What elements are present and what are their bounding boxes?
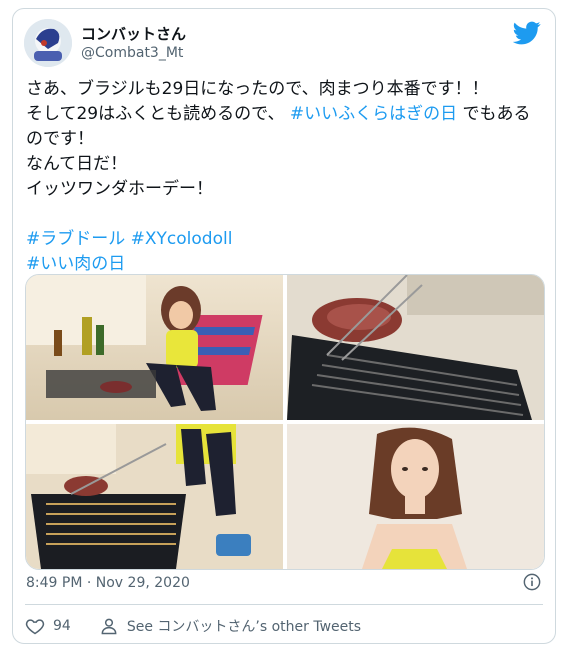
like-count[interactable]: 94 [53,618,71,634]
person-icon [101,618,117,635]
divider [25,604,543,605]
hashtag-link[interactable]: #いいふくらはぎの日 [290,104,457,124]
avatar-image [24,19,72,67]
photo-doll-sitting-grill[interactable] [26,275,283,420]
author-handle[interactable]: @Combat3_Mt [81,45,183,61]
tweet-actions: 94 See コンバットさん’s other Tweets [25,614,361,638]
photo-meat-on-grill[interactable] [287,275,544,420]
tweet-text: さあ、ブラジルも29日になったので、肉まつり本番です！！ そして29はふくとも読… [26,77,546,277]
photo-grill-closeup[interactable] [26,424,283,569]
tweet-card: コンバットさん @Combat3_Mt さあ、ブラジルも29日になったので、肉ま… [12,8,556,644]
photo-doll-portrait[interactable] [287,424,544,569]
hashtag-link[interactable]: #いい肉の日 [26,254,125,274]
author-display-name[interactable]: コンバットさん [81,23,186,44]
heart-icon[interactable] [25,616,45,636]
tweet-timestamp[interactable]: 8:49 PM · Nov 29, 2020 [26,575,190,591]
info-icon[interactable] [523,573,541,591]
see-other-tweets-link[interactable]: See コンバットさん’s other Tweets [127,616,361,636]
media-grid [25,274,545,570]
hashtag-link[interactable]: #XYcolodoll [131,229,233,249]
hashtag-link[interactable]: #ラブドール [26,229,125,249]
twitter-bird-icon[interactable] [513,21,541,45]
avatar[interactable] [24,19,72,67]
